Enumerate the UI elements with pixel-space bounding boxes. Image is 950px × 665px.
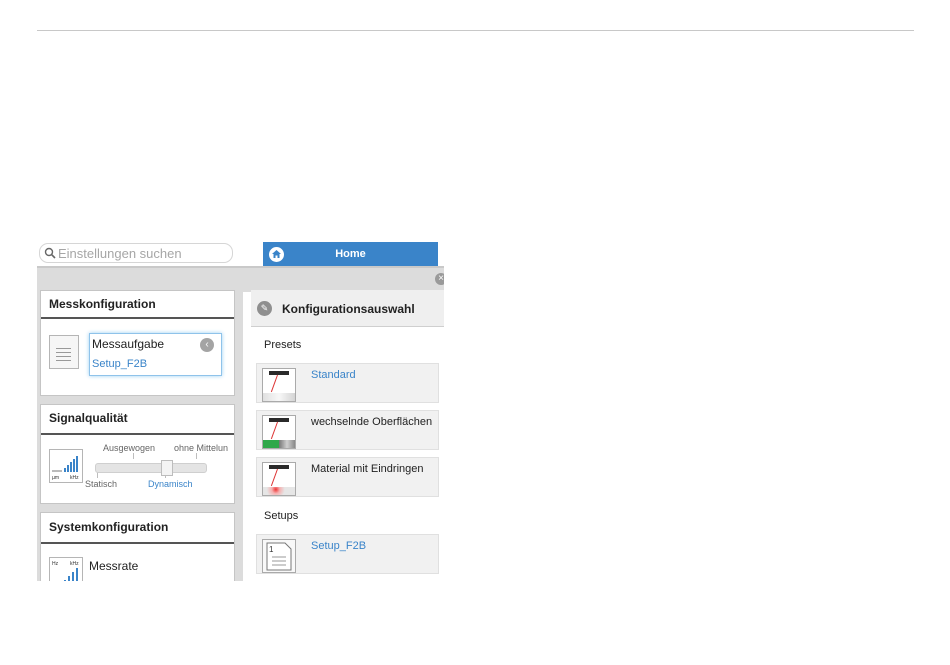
systemkonfiguration-panel: Systemkonfiguration Hz kHz Messrate [40, 512, 235, 581]
konfigurationsauswahl-header: ✎ Konfigurationsauswahl [251, 290, 444, 327]
preset-label[interactable]: Material mit Eindringen [311, 463, 424, 475]
konfigurationsauswahl-title: Konfigurationsauswahl [282, 302, 415, 316]
close-icon[interactable]: × [435, 273, 444, 285]
slider-label-statisch[interactable]: Statisch [85, 479, 117, 489]
panel-divider [41, 317, 234, 319]
preset-thumbnail [262, 415, 296, 449]
panel-divider [41, 542, 234, 544]
search-bar [37, 240, 235, 266]
preset-wechselnde-oberflaechen[interactable]: wechselnde Oberflächen [256, 410, 439, 450]
slider-label-dynamisch[interactable]: Dynamisch [148, 479, 193, 489]
setup-document-icon: 1 [262, 539, 296, 573]
preset-thumbnail [262, 368, 296, 402]
slider-tick [133, 453, 134, 459]
signalqualitaet-title: Signalqualität [49, 411, 128, 425]
measuring-rate-icon: Hz kHz [49, 557, 83, 581]
unit-um: µm [52, 475, 59, 481]
top-divider [37, 30, 914, 31]
preset-label[interactable]: wechselnde Oberflächen [311, 416, 432, 428]
unit-khz: kHz [70, 561, 79, 567]
preset-material-mit-eindringen[interactable]: Material mit Eindringen [256, 457, 439, 497]
preset-label[interactable]: Standard [311, 369, 356, 381]
messaufgabe-item[interactable]: Messaufgabe Setup_F2B ‹ [89, 333, 222, 376]
signal-quality-slider[interactable] [95, 463, 207, 473]
unit-hz: Hz [52, 561, 59, 567]
messrate-label[interactable]: Messrate [89, 559, 138, 573]
signal-quality-icon: µm kHz [49, 449, 83, 483]
search-icon [44, 247, 56, 259]
messkonfiguration-title: Messkonfiguration [49, 297, 156, 311]
setups-label: Setups [264, 510, 299, 522]
systemkonfiguration-title: Systemkonfiguration [49, 520, 169, 534]
panel-divider [41, 433, 234, 435]
home-label: Home [335, 248, 366, 260]
search-box[interactable] [39, 243, 233, 263]
messaufgabe-value[interactable]: Setup_F2B [92, 358, 147, 370]
messkonfiguration-panel: Messkonfiguration Messaufgabe Setup_F2B … [40, 290, 235, 396]
home-tab[interactable]: Home [263, 242, 438, 266]
slider-label-ohne-mittelung[interactable]: ohne Mittelun [174, 443, 228, 453]
right-column: ✎ Konfigurationsauswahl Presets Standard… [251, 290, 444, 581]
slider-tick [196, 453, 197, 459]
slider-label-ausgewogen[interactable]: Ausgewogen [103, 443, 155, 453]
setup-number: 1 [269, 545, 274, 554]
settings-app: Home × Messkonfiguration Messaufgabe Set… [37, 240, 444, 581]
setup-item[interactable]: 1 Setup_F2B [256, 534, 439, 574]
preset-standard[interactable]: Standard [256, 363, 439, 403]
presets-label: Presets [264, 339, 302, 351]
document-icon [49, 335, 79, 369]
slider-handle[interactable] [161, 460, 173, 476]
signalqualitaet-panel: Signalqualität µm kHz Ausgewogen ohne Mi… [40, 404, 235, 504]
left-column: Messkonfiguration Messaufgabe Setup_F2B … [37, 290, 243, 581]
unit-khz: kHz [70, 475, 79, 481]
search-input[interactable] [58, 245, 228, 261]
messaufgabe-label: Messaufgabe [92, 337, 165, 351]
setup-label[interactable]: Setup_F2B [311, 540, 366, 552]
toolbar-band [37, 266, 444, 292]
edit-icon: ✎ [257, 301, 272, 316]
preset-thumbnail [262, 462, 296, 496]
chevron-left-icon[interactable]: ‹ [200, 338, 214, 352]
